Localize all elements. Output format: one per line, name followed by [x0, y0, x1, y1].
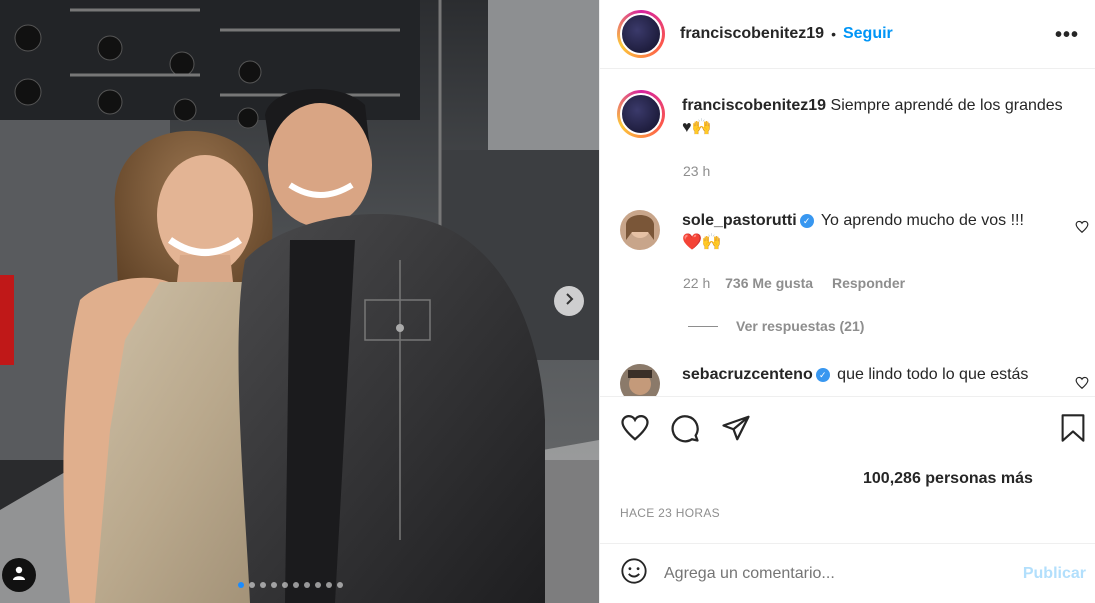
chevron-right-icon: [562, 292, 576, 311]
commenter-avatar[interactable]: [620, 210, 660, 250]
header-separator: •: [831, 26, 836, 42]
more-options-icon[interactable]: •••: [1055, 24, 1079, 47]
carousel-dot: [282, 582, 288, 588]
view-replies-button[interactable]: Ver respuestas (21): [688, 318, 864, 334]
verified-icon: ✓: [815, 367, 830, 382]
caption-text: franciscobenitez19 Siempre aprendé de lo…: [682, 95, 1094, 139]
reply-button[interactable]: Responder: [832, 275, 905, 291]
author-username[interactable]: franciscobenitez19: [680, 25, 824, 43]
post-actions: [600, 396, 1095, 466]
bookmark-icon[interactable]: [1059, 413, 1087, 448]
comment-body: que lindo todo lo que estás: [837, 366, 1029, 383]
carousel-dot: [293, 582, 299, 588]
share-icon[interactable]: [721, 413, 751, 448]
author-avatar[interactable]: [617, 10, 665, 58]
comment-text: sole_pastorutti ✓ Yo aprendo mucho de vos…: [682, 210, 1062, 254]
commenter-avatar[interactable]: [620, 364, 660, 396]
comment-icon[interactable]: [670, 413, 700, 448]
comment-input[interactable]: [664, 564, 994, 583]
caption-username[interactable]: franciscobenitez19: [682, 97, 826, 114]
caption: franciscobenitez19 Siempre aprendé de lo…: [617, 90, 1094, 139]
instagram-post-view: franciscobenitez19 • Seguir ••• francisc…: [0, 0, 1095, 603]
like-comment-icon[interactable]: [1075, 220, 1089, 239]
follow-button[interactable]: Seguir: [843, 25, 893, 43]
carousel-dot: [271, 582, 277, 588]
post-photo[interactable]: [0, 0, 599, 603]
carousel-dot: [238, 582, 244, 588]
publish-button[interactable]: Publicar: [1023, 565, 1086, 583]
emoji-icon[interactable]: [620, 557, 648, 590]
tagged-users-button[interactable]: [2, 558, 36, 592]
carousel-indicator: [238, 582, 343, 588]
add-comment-bar: Publicar: [600, 543, 1095, 603]
next-photo-button[interactable]: [554, 286, 584, 316]
caption-body: Siempre aprendé de los grandes: [830, 97, 1063, 114]
caption-avatar[interactable]: [617, 90, 665, 138]
view-replies-label: Ver respuestas (21): [736, 318, 865, 334]
caption-emoji: ♥🙌: [682, 119, 712, 136]
carousel-dot: [315, 582, 321, 588]
comments-section[interactable]: franciscobenitez19 Siempre aprendé de lo…: [600, 70, 1095, 396]
post-timestamp[interactable]: HACE 23 HORAS: [620, 506, 720, 520]
verified-icon: ✓: [799, 213, 814, 228]
comment-meta: 22 h 736 Me gusta Responder: [683, 275, 905, 291]
comment-username[interactable]: sebacruzcenteno: [682, 366, 813, 383]
carousel-dot: [337, 582, 343, 588]
post-header: franciscobenitez19 • Seguir •••: [600, 0, 1095, 69]
comment-time[interactable]: 22 h: [683, 275, 710, 291]
comment-item: sole_pastorutti ✓ Yo aprendo mucho de vos…: [617, 210, 1062, 254]
carousel-dot: [304, 582, 310, 588]
likes-count[interactable]: 100,286 personas más: [863, 470, 1033, 488]
like-comment-icon[interactable]: [1075, 376, 1089, 395]
photo-scene: [0, 0, 599, 603]
heart-icon[interactable]: [620, 413, 650, 448]
comment-username[interactable]: sole_pastorutti: [682, 212, 797, 229]
comment-emoji: ❤️🙌: [682, 234, 722, 251]
comment-item: sebacruzcenteno ✓ que lindo todo lo que e…: [617, 364, 1062, 396]
carousel-dot: [249, 582, 255, 588]
user-icon: [11, 565, 27, 586]
comment-body: Yo aprendo mucho de vos !!!: [820, 212, 1024, 229]
carousel-dot: [260, 582, 266, 588]
carousel-dot: [326, 582, 332, 588]
caption-time[interactable]: 23 h: [683, 163, 710, 179]
comment-likes[interactable]: 736 Me gusta: [725, 275, 813, 291]
comment-text: sebacruzcenteno ✓ que lindo todo lo que e…: [682, 364, 1062, 396]
replies-line: [688, 325, 718, 327]
post-side-panel: franciscobenitez19 • Seguir ••• francisc…: [599, 0, 1095, 603]
